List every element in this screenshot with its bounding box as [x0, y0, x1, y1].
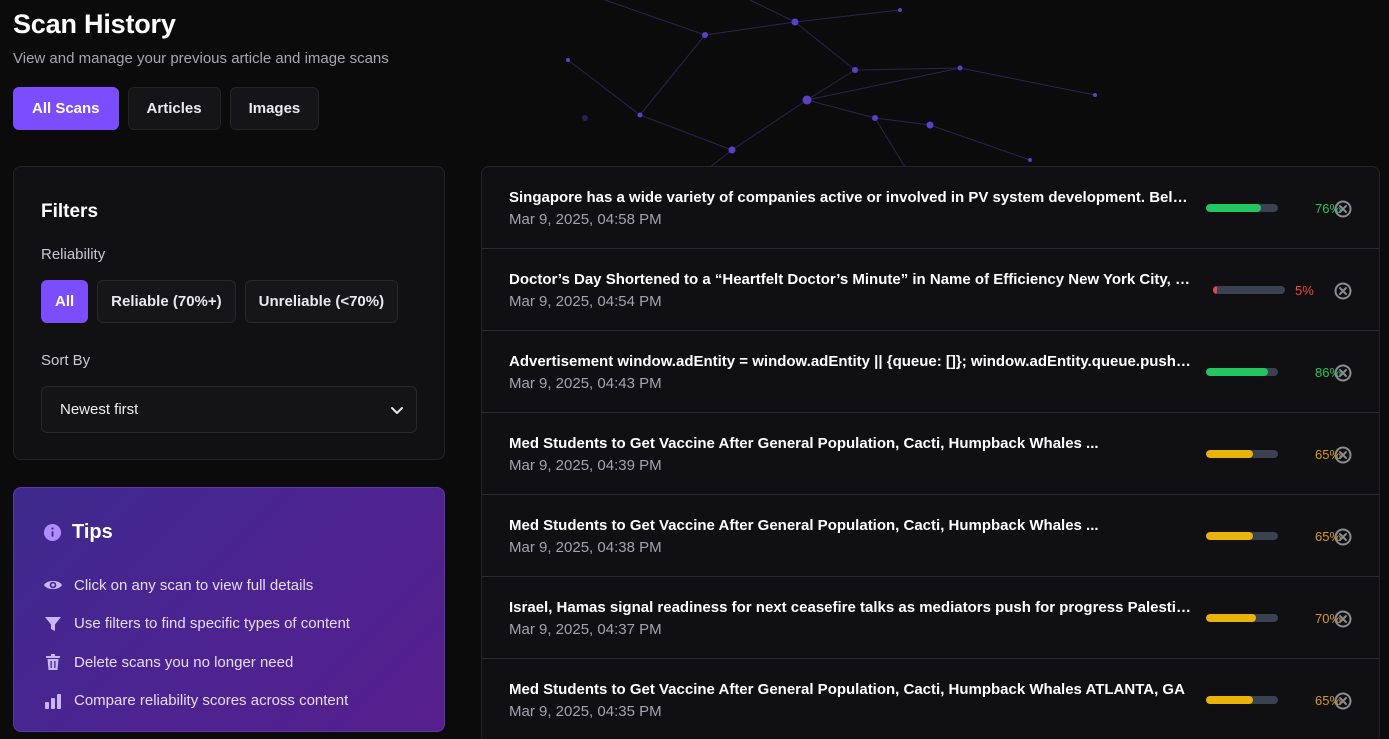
- reliability-bar: [1206, 614, 1278, 622]
- reliability-bar-fill: [1206, 532, 1253, 540]
- tip-text: Click on any scan to view full details: [74, 576, 314, 594]
- reliability-reliable-button[interactable]: Reliable (70%+): [97, 280, 236, 323]
- reliability-bar-fill: [1213, 286, 1217, 294]
- tips-list: Click on any scan to view full details U…: [42, 566, 350, 720]
- reliability-bar: [1206, 204, 1278, 212]
- reliability-label: Reliability: [41, 246, 106, 263]
- scan-date: Mar 9, 2025, 04:35 PM: [509, 703, 662, 720]
- reliability-all-button[interactable]: All: [41, 280, 89, 323]
- reliability-bar-fill: [1206, 450, 1253, 458]
- tip-item: Use filters to find specific types of co…: [42, 605, 350, 644]
- scan-row[interactable]: Med Students to Get Vaccine After Genera…: [482, 659, 1379, 739]
- reliability-options: All Reliable (70%+) Unreliable (<70%): [41, 280, 399, 323]
- close-circle-icon: [1334, 692, 1352, 710]
- close-circle-icon: [1334, 528, 1352, 546]
- reliability-bar: [1206, 368, 1278, 376]
- reliability-bar: [1206, 532, 1278, 540]
- filter-icon: [42, 614, 64, 634]
- scan-title: Doctor’s Day Shortened to a “Heartfelt D…: [509, 271, 1195, 288]
- scan-row[interactable]: Doctor’s Day Shortened to a “Heartfelt D…: [482, 249, 1379, 331]
- tip-item: Click on any scan to view full details: [42, 566, 350, 605]
- page-subtitle: View and manage your previous article an…: [13, 50, 389, 67]
- network-background: [566, 0, 1097, 175]
- scan-title: Singapore has a wide variety of companie…: [509, 189, 1195, 206]
- reliability-bar: [1213, 286, 1285, 294]
- reliability-unreliable-button[interactable]: Unreliable (<70%): [244, 280, 399, 323]
- close-circle-icon: [1334, 610, 1352, 628]
- tip-item: Compare reliability scores across conten…: [42, 682, 350, 721]
- sort-select[interactable]: Newest first: [41, 386, 417, 433]
- filters-title: Filters: [41, 201, 99, 222]
- tab-articles[interactable]: Articles: [127, 87, 221, 130]
- delete-scan-button[interactable]: [1333, 445, 1353, 465]
- info-icon: [43, 523, 62, 542]
- filters-panel: Filters Reliability All Reliable (70%+) …: [13, 166, 445, 460]
- bar-chart-icon: [42, 691, 64, 711]
- reliability-bar: [1206, 696, 1278, 704]
- scan-title: Advertisement window.adEntity = window.a…: [509, 353, 1195, 370]
- scan-date: Mar 9, 2025, 04:37 PM: [509, 621, 662, 638]
- scan-date: Mar 9, 2025, 04:39 PM: [509, 457, 662, 474]
- scan-title: Israel, Hamas signal readiness for next …: [509, 599, 1195, 616]
- delete-scan-button[interactable]: [1333, 527, 1353, 547]
- scan-title: Med Students to Get Vaccine After Genera…: [509, 517, 1099, 534]
- tab-all-scans[interactable]: All Scans: [13, 87, 119, 130]
- scan-date: Mar 9, 2025, 04:54 PM: [509, 293, 662, 310]
- close-circle-icon: [1334, 282, 1352, 300]
- reliability-bar: [1206, 450, 1278, 458]
- chevron-down-icon: [391, 406, 403, 414]
- tab-images[interactable]: Images: [229, 87, 320, 130]
- tip-text: Use filters to find specific types of co…: [74, 615, 350, 633]
- close-circle-icon: [1334, 364, 1352, 382]
- scan-title: Med Students to Get Vaccine After Genera…: [509, 435, 1099, 452]
- tips-panel: Tips Click on any scan to view full deta…: [13, 487, 445, 732]
- tip-text: Compare reliability scores across conten…: [74, 692, 349, 710]
- tips-header: Tips: [43, 521, 113, 544]
- scan-row[interactable]: Singapore has a wide variety of companie…: [482, 167, 1379, 249]
- reliability-bar-fill: [1206, 614, 1257, 622]
- trash-icon: [42, 652, 64, 672]
- reliability-bar-fill: [1206, 696, 1253, 704]
- tips-title: Tips: [72, 521, 113, 543]
- scan-date: Mar 9, 2025, 04:43 PM: [509, 375, 662, 392]
- scan-row[interactable]: Israel, Hamas signal readiness for next …: [482, 577, 1379, 659]
- reliability-bar-fill: [1206, 204, 1261, 212]
- page-title: Scan History: [13, 9, 176, 39]
- delete-scan-button[interactable]: [1333, 281, 1353, 301]
- scan-type-tabs: All Scans Articles Images: [13, 87, 320, 130]
- scan-row[interactable]: Med Students to Get Vaccine After Genera…: [482, 413, 1379, 495]
- scan-title: Med Students to Get Vaccine After Genera…: [509, 681, 1185, 698]
- scan-date: Mar 9, 2025, 04:58 PM: [509, 211, 662, 228]
- sort-select-value: Newest first: [60, 401, 139, 418]
- scan-row[interactable]: Advertisement window.adEntity = window.a…: [482, 331, 1379, 413]
- delete-scan-button[interactable]: [1333, 363, 1353, 383]
- scan-date: Mar 9, 2025, 04:38 PM: [509, 539, 662, 556]
- scan-list: Singapore has a wide variety of companie…: [481, 166, 1380, 739]
- tip-text: Delete scans you no longer need: [74, 653, 294, 671]
- reliability-bar-fill: [1206, 368, 1268, 376]
- delete-scan-button[interactable]: [1333, 199, 1353, 219]
- delete-scan-button[interactable]: [1333, 609, 1353, 629]
- close-circle-icon: [1334, 446, 1352, 464]
- sort-by-label: Sort By: [41, 352, 91, 369]
- tip-item: Delete scans you no longer need: [42, 643, 350, 682]
- scan-row[interactable]: Med Students to Get Vaccine After Genera…: [482, 495, 1379, 577]
- close-circle-icon: [1334, 200, 1352, 218]
- eye-icon: [42, 575, 64, 595]
- delete-scan-button[interactable]: [1333, 691, 1353, 711]
- reliability-score: 5%: [1295, 283, 1314, 298]
